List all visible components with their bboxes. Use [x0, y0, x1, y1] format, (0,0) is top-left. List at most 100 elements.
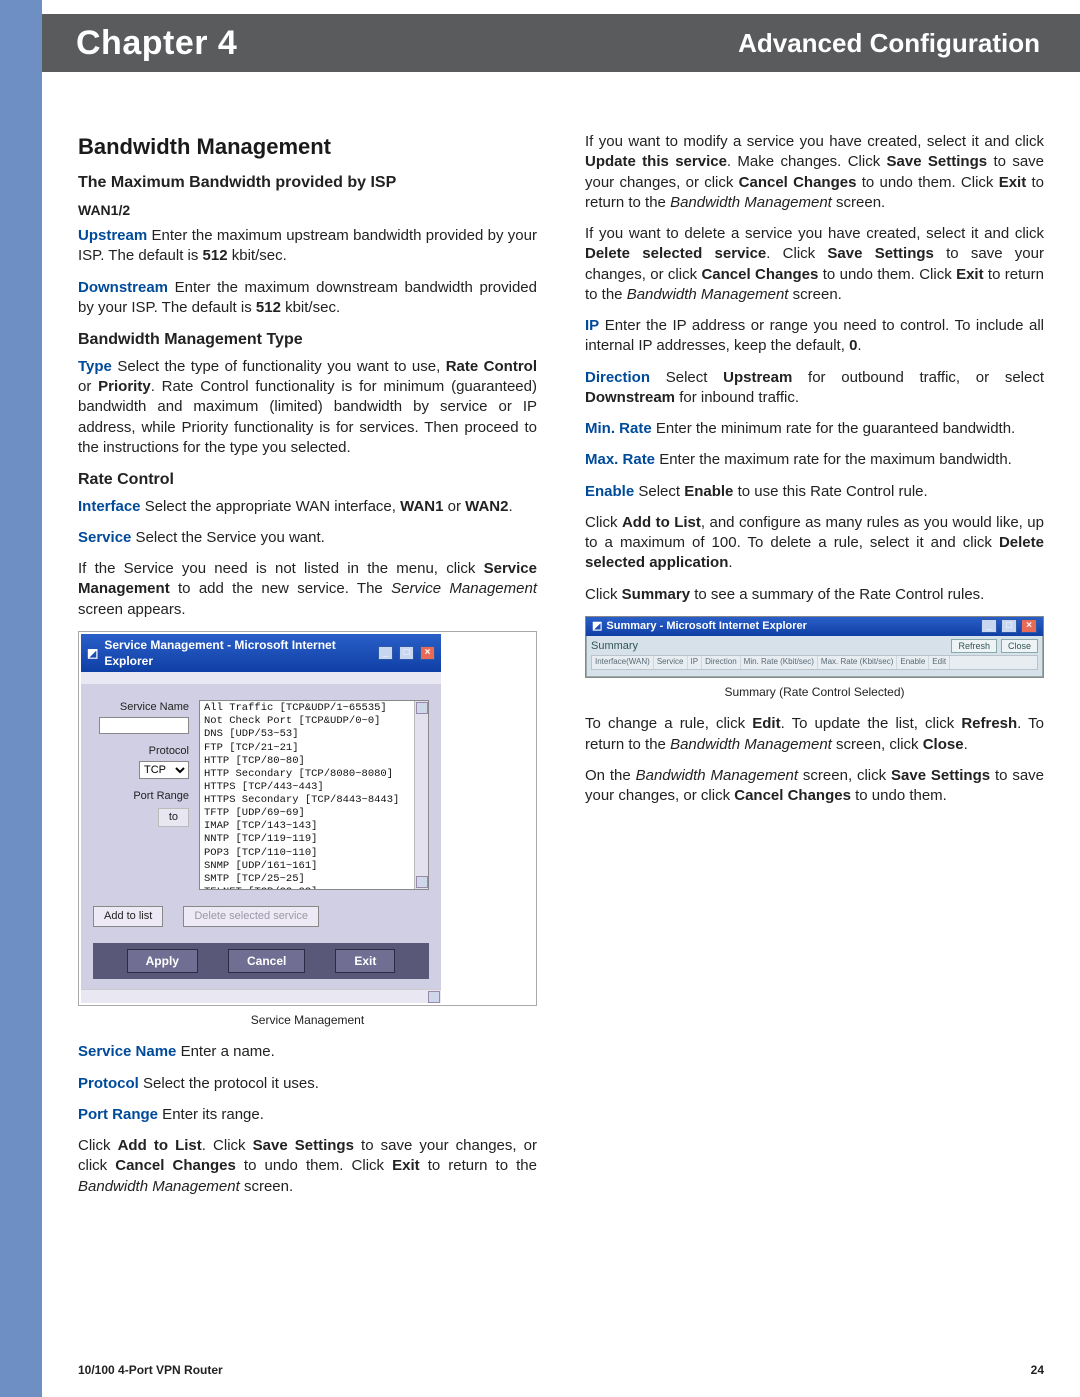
- scroll-down-icon[interactable]: [416, 876, 428, 888]
- list-item[interactable]: IMAP [TCP/143~143]: [204, 820, 412, 833]
- maximize-icon[interactable]: □: [1001, 619, 1017, 633]
- h3-max-bandwidth: The Maximum Bandwidth provided by ISP: [78, 172, 537, 194]
- left-accent-stripe: [0, 0, 42, 1397]
- add-to-list-button[interactable]: Add to list: [93, 906, 163, 927]
- list-item[interactable]: HTTP Secondary [TCP/8080~8080]: [204, 768, 412, 781]
- maximize-icon[interactable]: □: [399, 646, 414, 660]
- col-service: Service: [654, 656, 688, 669]
- h3-rate-control: Rate Control: [78, 469, 537, 491]
- close-button[interactable]: Close: [1001, 639, 1038, 654]
- p-change-rule: To change a rule, click Edit. To update …: [585, 714, 1044, 755]
- chapter-title: Chapter 4: [76, 24, 237, 63]
- summary-heading: Summary: [591, 639, 638, 654]
- list-item[interactable]: SNMP [UDP/161~161]: [204, 860, 412, 873]
- list-item[interactable]: All Traffic [TCP&UDP/1~65535]: [204, 702, 412, 715]
- list-item[interactable]: NNTP [TCP/119~119]: [204, 833, 412, 846]
- h3-bmtype: Bandwidth Management Type: [78, 329, 537, 351]
- page-number: 24: [1031, 1363, 1044, 1377]
- term-direction: Direction: [585, 369, 650, 386]
- col-min-rate: Min. Rate (Kbit/sec): [741, 656, 818, 669]
- p-delete-service: If you want to delete a service you have…: [585, 224, 1044, 305]
- minimize-icon[interactable]: _: [378, 646, 393, 660]
- exit-button[interactable]: Exit: [335, 949, 395, 973]
- p-upstream: Upstream Enter the maximum upstream band…: [78, 226, 537, 267]
- term-service-name: Service Name: [78, 1043, 176, 1060]
- minimize-icon[interactable]: _: [981, 619, 997, 633]
- p-service: Service Select the Service you want.: [78, 528, 537, 548]
- p-direction: Direction Select Upstream for outbound t…: [585, 368, 1044, 409]
- figure-service-management: ◩ Service Management - Microsoft Interne…: [78, 631, 537, 1006]
- h4-wan12: WAN1/2: [78, 201, 537, 220]
- term-min-rate: Min. Rate: [585, 420, 652, 437]
- ie-icon: ◩: [592, 619, 602, 634]
- sm-window-title: Service Management - Microsoft Internet …: [104, 637, 366, 669]
- page-footer: 10/100 4-Port VPN Router 24: [78, 1363, 1044, 1377]
- col-enable: Enable: [897, 656, 929, 669]
- cancel-button[interactable]: Cancel: [228, 949, 305, 973]
- p-service-name: Service Name Enter a name.: [78, 1042, 537, 1062]
- p-service-mgmt: If the Service you need is not listed in…: [78, 559, 537, 620]
- listbox-scrollbar[interactable]: [414, 701, 428, 889]
- caption-service-management: Service Management: [78, 1012, 537, 1028]
- label-port-range: Port Range: [93, 789, 189, 804]
- protocol-select[interactable]: TCP: [139, 761, 189, 779]
- list-item[interactable]: HTTPS Secondary [TCP/8443~8443]: [204, 794, 412, 807]
- p-add-to-list: Click Add to List. Click Save Settings t…: [78, 1136, 537, 1197]
- list-item[interactable]: HTTP [TCP/80~80]: [204, 755, 412, 768]
- term-port-range: Port Range: [78, 1106, 158, 1123]
- p-save-settings: On the Bandwidth Management screen, clic…: [585, 766, 1044, 807]
- close-icon[interactable]: ×: [1021, 619, 1037, 633]
- list-item[interactable]: TFTP [UDP/69~69]: [204, 807, 412, 820]
- p-add-rule: Click Add to List, and configure as many…: [585, 513, 1044, 574]
- scroll-up-icon[interactable]: [416, 702, 428, 714]
- col-interface: Interface(WAN): [592, 656, 654, 669]
- term-protocol: Protocol: [78, 1075, 139, 1092]
- service-name-input[interactable]: [99, 717, 189, 734]
- list-item[interactable]: POP3 [TCP/110~110]: [204, 847, 412, 860]
- p-min-rate: Min. Rate Enter the minimum rate for the…: [585, 419, 1044, 439]
- content-columns: Bandwidth Management The Maximum Bandwid…: [78, 132, 1044, 1349]
- list-item[interactable]: FTP [TCP/21~21]: [204, 742, 412, 755]
- p-interface: Interface Select the appropriate WAN int…: [78, 497, 537, 517]
- p-enable: Enable Select Enable to use this Rate Co…: [585, 482, 1044, 502]
- label-protocol: Protocol: [93, 744, 189, 759]
- list-item[interactable]: Not Check Port [TCP&UDP/0~0]: [204, 715, 412, 728]
- summary-titlebar: ◩ Summary - Microsoft Internet Explorer …: [586, 617, 1043, 636]
- col-max-rate: Max. Rate (Kbit/sec): [818, 656, 897, 669]
- term-enable: Enable: [585, 483, 634, 500]
- delete-selected-service-button[interactable]: Delete selected service: [183, 906, 319, 927]
- col-edit: Edit: [929, 656, 950, 669]
- col-direction: Direction: [702, 656, 741, 669]
- footer-product: 10/100 4-Port VPN Router: [78, 1363, 223, 1377]
- p-downstream: Downstream Enter the maximum downstream …: [78, 278, 537, 319]
- list-item[interactable]: TELNET [TCP/23~23]: [204, 886, 412, 890]
- list-item[interactable]: HTTPS [TCP/443~443]: [204, 781, 412, 794]
- refresh-button[interactable]: Refresh: [951, 639, 997, 654]
- term-type: Type: [78, 358, 112, 375]
- apply-button[interactable]: Apply: [127, 949, 198, 973]
- figure-summary: ◩ Summary - Microsoft Internet Explorer …: [585, 616, 1044, 678]
- list-item[interactable]: DNS [UDP/53~53]: [204, 728, 412, 741]
- col-ip: IP: [688, 656, 703, 669]
- scroll-down-icon[interactable]: [428, 991, 440, 1003]
- close-icon[interactable]: ×: [420, 646, 435, 660]
- term-ip: IP: [585, 317, 599, 334]
- term-service: Service: [78, 529, 131, 546]
- caption-summary: Summary (Rate Control Selected): [585, 684, 1044, 700]
- p-modify-service: If you want to modify a service you have…: [585, 132, 1044, 213]
- summary-window-title: Summary - Microsoft Internet Explorer: [606, 619, 807, 634]
- p-max-rate: Max. Rate Enter the maximum rate for the…: [585, 450, 1044, 470]
- p-summary: Click Summary to see a summary of the Ra…: [585, 585, 1044, 605]
- ie-icon: ◩: [87, 645, 98, 661]
- p-protocol: Protocol Select the protocol it uses.: [78, 1074, 537, 1094]
- window-bottom-scroll[interactable]: [81, 989, 441, 1003]
- term-max-rate: Max. Rate: [585, 451, 655, 468]
- service-listbox[interactable]: All Traffic [TCP&UDP/1~65535] Not Check …: [199, 700, 429, 890]
- summary-columns: Interface(WAN) Service IP Direction Min.…: [591, 655, 1038, 670]
- section-title: Advanced Configuration: [738, 28, 1040, 59]
- term-interface: Interface: [78, 498, 141, 515]
- list-item[interactable]: SMTP [TCP/25~25]: [204, 873, 412, 886]
- sm-titlebar: ◩ Service Management - Microsoft Interne…: [81, 634, 441, 672]
- term-upstream: Upstream: [78, 227, 147, 244]
- h2-bandwidth-management: Bandwidth Management: [78, 132, 537, 162]
